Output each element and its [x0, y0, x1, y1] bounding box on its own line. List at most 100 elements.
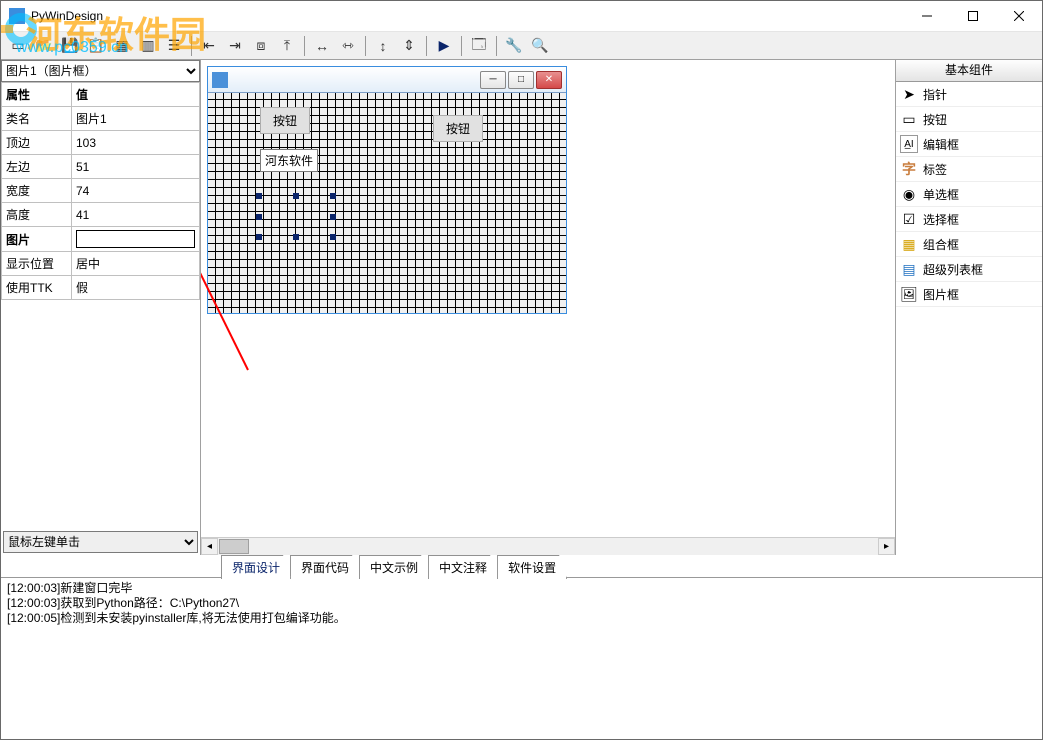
entry-icon: A̲I: [900, 135, 918, 153]
palette-label: 按钮: [923, 111, 947, 128]
toolbar-open[interactable]: 📂: [32, 34, 56, 58]
prop-row: 高度41: [2, 203, 200, 227]
design-form-body[interactable]: 按钮 按钮 河东软件: [208, 93, 566, 313]
form-maximize-button[interactable]: □: [508, 71, 534, 89]
prop-value[interactable]: 103: [72, 131, 200, 155]
prop-value[interactable]: 41: [72, 203, 200, 227]
tab-comment[interactable]: 中文注释: [428, 555, 498, 579]
form-minimize-button[interactable]: ─: [480, 71, 506, 89]
toolbar-save[interactable]: 💾: [58, 34, 82, 58]
palette-item-check[interactable]: ☑选择框: [896, 207, 1042, 232]
toolbar-sep-4: [426, 36, 427, 56]
design-button-2[interactable]: 按钮: [433, 115, 483, 142]
design-canvas[interactable]: ─ □ ✕ 按钮 按钮 河东软件: [201, 60, 895, 555]
minimize-button[interactable]: [904, 1, 950, 31]
title-bar: PyWinDesign: [1, 1, 1042, 32]
palette-label: 单选框: [923, 186, 959, 203]
resize-handle-nw[interactable]: [256, 193, 262, 199]
toolbar: ▭ 📂 💾 📋 ▦ ▥ ☰ ⇤ ⇥ ⧈ ⤒ ↔ ⇿ ↕ ⇕ ▶ 🗔 🔧 🔍: [1, 32, 1042, 60]
prop-key: 顶边: [2, 131, 72, 155]
event-selector[interactable]: 鼠标左键单击: [3, 531, 198, 553]
toolbar-align-left[interactable]: ⇤: [197, 34, 221, 58]
toolbar-tool1[interactable]: 🔧: [502, 34, 526, 58]
design-form[interactable]: ─ □ ✕ 按钮 按钮 河东软件: [207, 66, 567, 314]
prop-image-input[interactable]: [76, 230, 195, 248]
resize-handle-ne[interactable]: [330, 193, 336, 199]
log-panel[interactable]: [12:00:03]新建窗口完毕 [12:00:03]获取到Python路径：C…: [1, 577, 1042, 731]
toolbar-layout[interactable]: 🗔: [467, 34, 491, 58]
selected-picturebox[interactable]: [259, 196, 333, 237]
form-close-button[interactable]: ✕: [536, 71, 562, 89]
palette-item-listview[interactable]: ▤超级列表框: [896, 257, 1042, 282]
tab-design[interactable]: 界面设计: [221, 555, 291, 579]
toolbar-grid2[interactable]: ▥: [136, 34, 160, 58]
horizontal-scrollbar[interactable]: ◂ ▸: [201, 537, 895, 555]
tab-code[interactable]: 界面代码: [290, 555, 360, 579]
toolbar-dist-h1[interactable]: ↔: [310, 34, 334, 58]
close-button[interactable]: [996, 1, 1042, 31]
resize-handle-se[interactable]: [330, 234, 336, 240]
toolbar-tool2[interactable]: 🔍: [528, 34, 552, 58]
resize-handle-e[interactable]: [330, 214, 336, 220]
label-icon: 字: [900, 160, 918, 178]
button-icon: ▭: [900, 110, 918, 128]
window-title: PyWinDesign: [31, 9, 904, 23]
prop-value[interactable]: 居中: [72, 252, 200, 276]
palette-label: 图片框: [923, 286, 959, 303]
toolbar-copy[interactable]: 📋: [84, 34, 108, 58]
component-palette: 基本组件 ➤指针 ▭按钮 A̲I编辑框 字标签 ◉单选框 ☑选择框 ▦组合框 ▤…: [895, 60, 1042, 555]
maximize-button[interactable]: [950, 1, 996, 31]
design-form-titlebar[interactable]: ─ □ ✕: [208, 67, 566, 93]
resize-handle-s[interactable]: [293, 234, 299, 240]
palette-label: 组合框: [923, 236, 959, 253]
toolbar-sep-6: [496, 36, 497, 56]
toolbar-dist-v1[interactable]: ↕: [371, 34, 395, 58]
resize-handle-w[interactable]: [256, 214, 262, 220]
toolbar-run[interactable]: ▶: [432, 34, 456, 58]
toolbar-grid1[interactable]: ▦: [110, 34, 134, 58]
scroll-right-arrow[interactable]: ▸: [878, 538, 895, 555]
resize-handle-sw[interactable]: [256, 234, 262, 240]
palette-item-pointer[interactable]: ➤指针: [896, 82, 1042, 107]
prop-value[interactable]: 51: [72, 155, 200, 179]
palette-item-radio[interactable]: ◉ 单选框: [896, 182, 1042, 207]
bottom-tabs: 界面设计 界面代码 中文示例 中文注释 软件设置: [1, 555, 1042, 577]
toolbar-grid3[interactable]: ☰: [162, 34, 186, 58]
prop-row: 宽度74: [2, 179, 200, 203]
palette-item-picture[interactable]: 🖼图片框: [896, 282, 1042, 307]
scroll-thumb[interactable]: [219, 539, 249, 554]
tab-example[interactable]: 中文示例: [359, 555, 429, 579]
prop-value[interactable]: [72, 227, 200, 252]
prop-value[interactable]: 74: [72, 179, 200, 203]
design-button-1[interactable]: 按钮: [260, 107, 310, 134]
design-entry-1[interactable]: 河东软件: [260, 149, 318, 172]
prop-value[interactable]: 图片1: [72, 107, 200, 131]
palette-label: 选择框: [923, 211, 959, 228]
palette-label: 指针: [923, 86, 947, 103]
palette-label: 编辑框: [923, 136, 959, 153]
palette-item-button[interactable]: ▭ 按钮: [896, 107, 1042, 132]
toolbar-dist-h2[interactable]: ⇿: [336, 34, 360, 58]
minimize-icon: [922, 11, 932, 21]
tab-settings[interactable]: 软件设置: [497, 555, 567, 579]
toolbar-new[interactable]: ▭: [6, 34, 30, 58]
prop-value[interactable]: 假: [72, 276, 200, 300]
main-area: 图片1（图片框） 属性 值 类名图片1 顶边103 左边51 宽度74 高度41…: [1, 60, 1042, 555]
palette-label: 标签: [923, 161, 947, 178]
palette-item-combo[interactable]: ▦ 组合框: [896, 232, 1042, 257]
canvas-scroll: ─ □ ✕ 按钮 按钮 河东软件: [201, 60, 895, 537]
log-line: [12:00:03]获取到Python路径：C:\Python27\: [7, 596, 1036, 611]
combo-icon: ▦: [900, 235, 918, 253]
toolbar-dist-v2[interactable]: ⇕: [397, 34, 421, 58]
toolbar-sep-2: [304, 36, 305, 56]
palette-item-label[interactable]: 字标签: [896, 157, 1042, 182]
close-icon: [1014, 11, 1024, 21]
resize-handle-n[interactable]: [293, 193, 299, 199]
scroll-left-arrow[interactable]: ◂: [201, 538, 218, 555]
component-selector[interactable]: 图片1（图片框）: [1, 60, 200, 82]
toolbar-align-top[interactable]: ⤒: [275, 34, 299, 58]
toolbar-align-center-h[interactable]: ⧈: [249, 34, 273, 58]
toolbar-align-right[interactable]: ⇥: [223, 34, 247, 58]
palette-item-entry[interactable]: A̲I 编辑框: [896, 132, 1042, 157]
radio-icon: ◉: [900, 185, 918, 203]
